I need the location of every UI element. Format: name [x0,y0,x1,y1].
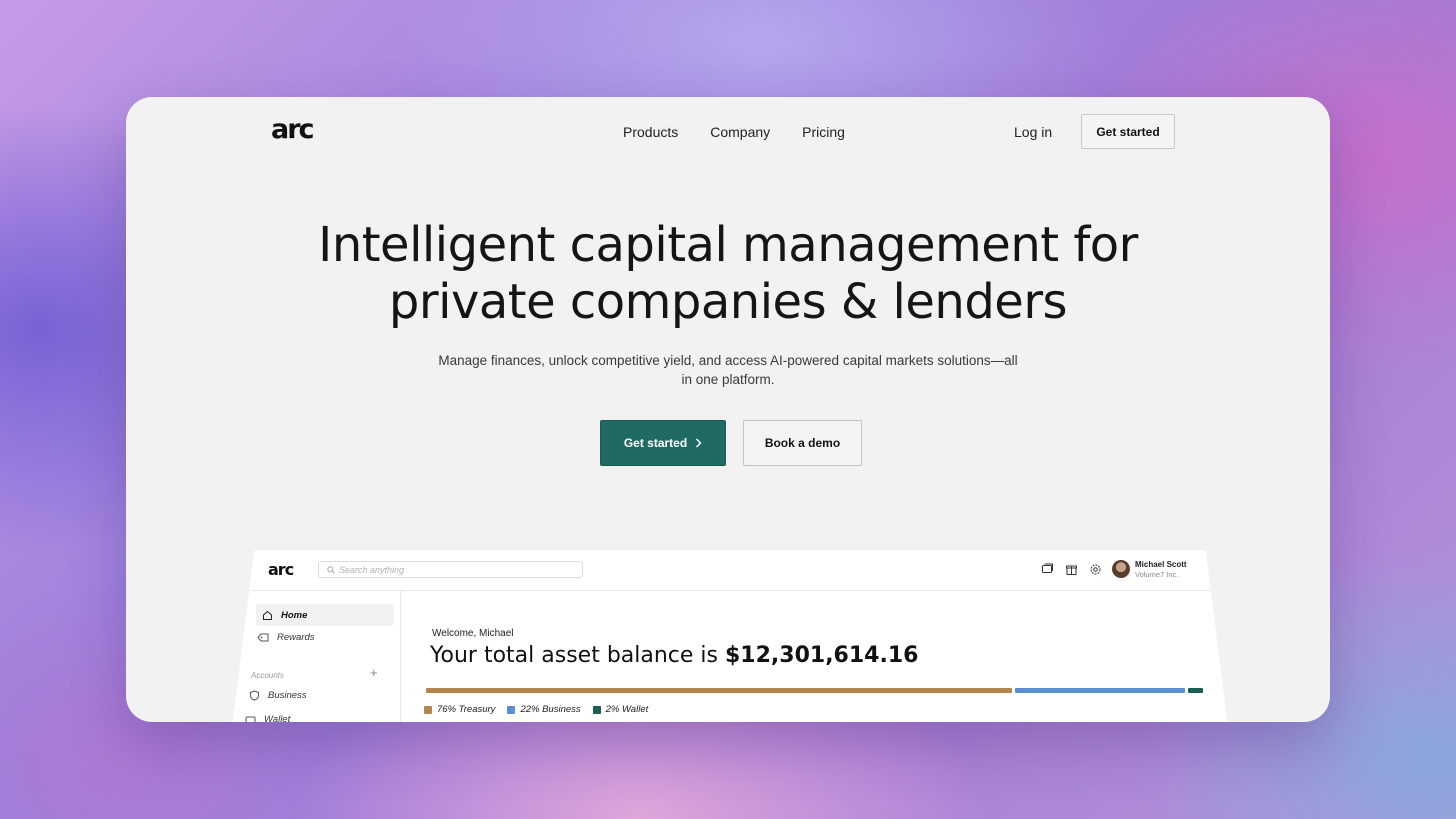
nav-company[interactable]: Company [710,124,770,140]
hero-title: Intelligent capital management for priva… [126,217,1330,331]
shield-icon [250,690,259,701]
chevron-right-icon [696,438,702,448]
get-started-label: Get started [623,436,688,450]
legend-label: 2% Wallet [605,704,649,715]
allocation-bar [426,688,1203,693]
top-nav: Products Company Pricing [623,124,845,140]
legend-swatch [507,705,516,714]
gear-icon[interactable] [1089,563,1102,576]
app-sidebar: Home Rewards Accounts + Business Wallet [224,591,401,722]
book-demo-button[interactable]: Book a demo [743,420,862,466]
wallet-icon [245,716,256,722]
gift-icon[interactable] [1065,563,1078,576]
avatar[interactable] [1112,560,1130,578]
total-balance: Your total asset balance is $12,301,614.… [430,643,918,668]
hero-title-line-1: Intelligent capital management for [318,217,1138,273]
search-icon [327,565,335,574]
user-org: Volume7 Inc. [1135,570,1179,579]
allocation-segment [1014,688,1185,693]
nav-pricing[interactable]: Pricing [802,124,845,140]
topbar-icons [1041,563,1102,576]
allocation-segment [1187,688,1203,693]
legend-label: 22% Business [520,704,581,715]
chat-icon[interactable] [1041,563,1054,576]
tag-icon [257,633,269,642]
sidebar-item-label: Business [268,690,307,701]
app-preview: arc Search anything Michael Scott Volume… [224,550,1236,722]
sidebar-item-label: Home [281,609,308,621]
nav-products[interactable]: Products [623,124,678,140]
search-input[interactable]: Search anything [318,561,583,578]
sidebar-item-home[interactable]: Home [256,604,394,626]
app-logo[interactable]: arc [268,560,294,579]
balance-amount: $12,301,614.16 [725,643,919,668]
legend-item: 22% Business [507,704,581,715]
app-topbar: arc Search anything Michael Scott Volume… [224,550,1236,591]
hero-title-line-2: private companies & lenders [388,274,1068,330]
login-link[interactable]: Log in [1014,124,1052,140]
allocation-legend: 76% Treasury 22% Business 2% Wallet [424,704,648,715]
hero-subtitle: Manage finances, unlock competitive yiel… [438,353,1018,387]
sidebar-item-business[interactable]: Business [249,690,307,701]
browser-window: arc Products Company Pricing Log in Get … [126,97,1330,722]
arc-logo[interactable]: arc [271,116,327,143]
welcome-text: Welcome, Michael [432,628,514,639]
get-started-nav-button[interactable]: Get started [1081,114,1175,149]
legend-label: 76% Treasury [437,704,496,715]
allocation-segment [426,688,1012,693]
legend-swatch [424,705,432,714]
sidebar-item-label: Wallet [264,714,291,722]
sidebar-item-label: Rewards [277,632,315,643]
get-started-button[interactable]: Get started [600,420,726,466]
sidebar-item-wallet[interactable]: Wallet [245,714,290,722]
search-placeholder: Search anything [339,564,405,575]
home-icon [263,610,272,620]
add-account-icon[interactable]: + [370,665,378,680]
legend-swatch [592,705,601,714]
user-name: Michael Scott [1135,560,1187,569]
legend-item: 76% Treasury [424,704,495,715]
accounts-section-label: Accounts [251,671,284,680]
legend-item: 2% Wallet [592,704,649,715]
balance-prefix: Your total asset balance is [430,643,718,668]
sidebar-item-rewards[interactable]: Rewards [257,632,315,643]
